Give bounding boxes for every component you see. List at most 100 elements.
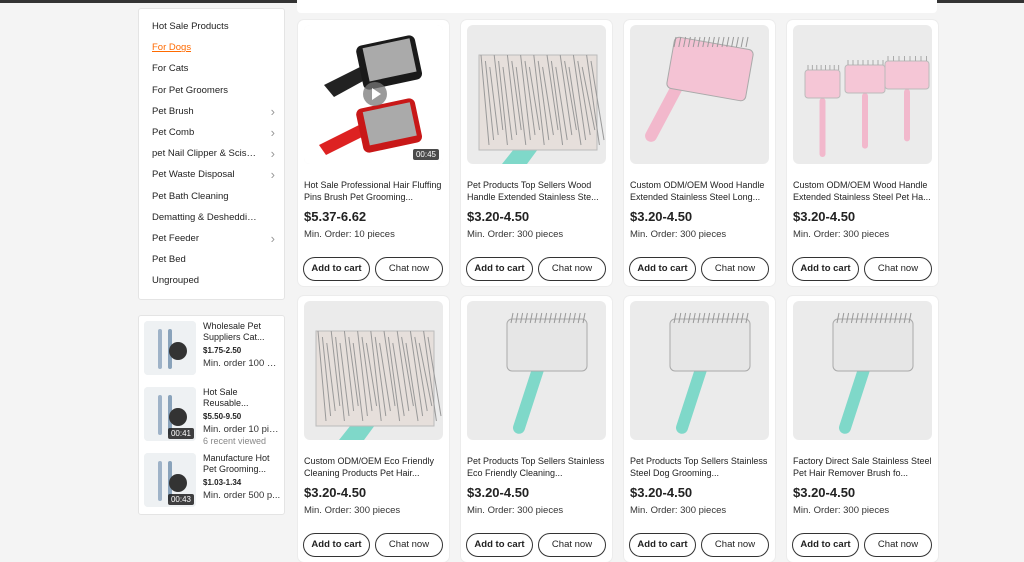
product-card[interactable]: Custom ODM/OEM Wood Handle Extended Stai… [787,20,938,286]
min-order: Min. Order: 300 pieces [630,229,727,240]
slicker-brush-pink-icon[interactable] [630,25,769,164]
add-to-cart-button[interactable]: Add to cart [792,533,859,557]
chat-now-button[interactable]: Chat now [375,533,443,557]
min-order: Min. Order: 300 pieces [467,505,564,516]
product-card[interactable]: 00:45 Hot Sale Professional Hair Fluffing… [298,20,449,286]
recommended-price: $1.03-1.34 [203,478,242,487]
chevron-right-icon: › [270,125,275,140]
recommended-price: $1.75-2.50 [203,346,242,355]
recommended-image: 00:41 [144,387,196,441]
product-price: $3.20-4.50 [467,209,530,224]
recommended-title: Manufacture Hot Pet Grooming... [203,453,270,474]
product-title[interactable]: Hot Sale Professional Hair Fluffing Pins… [304,179,444,203]
category-label: For Dogs [152,42,192,54]
category-label: For Cats [152,63,189,75]
product-price: $3.20-4.50 [793,485,856,500]
add-to-cart-button[interactable]: Add to cart [629,257,696,281]
play-icon[interactable] [363,82,387,106]
slicker-brush-pink-set-icon[interactable] [793,25,932,164]
chat-now-button[interactable]: Chat now [864,257,932,281]
category-item[interactable]: For Dogs [152,38,284,58]
chat-now-button[interactable]: Chat now [701,533,769,557]
recommended-min-order: Min. order 10 pie... [203,424,281,435]
product-title[interactable]: Factory Direct Sale Stainless Steel Pet … [793,455,933,479]
recommended-item[interactable]: Wholesale Pet Suppliers Cat... $1.75-2.50… [144,321,284,381]
category-label: Hot Sale Products [152,21,229,32]
chevron-right-icon: › [270,231,275,246]
category-item[interactable]: Pet Feeder › [152,229,284,249]
min-order: Min. Order: 300 pieces [630,505,727,516]
chevron-right-icon: › [270,167,275,183]
chat-now-button[interactable]: Chat now [538,257,606,281]
chat-now-button[interactable]: Chat now [701,257,769,281]
add-to-cart-button[interactable]: Add to cart [629,533,696,557]
slicker-brush-teal-closeup-icon[interactable] [304,301,443,440]
slicker-brush-teal-closeup-icon[interactable] [467,25,606,164]
add-to-cart-button[interactable]: Add to cart [792,257,859,281]
product-title[interactable]: Custom ODM/OEM Wood Handle Extended Stai… [630,179,770,203]
product-card[interactable]: Pet Products Top Sellers Stainless Steel… [624,296,775,562]
chevron-right-icon: › [270,146,275,162]
category-label: Ungrouped [152,275,200,287]
video-duration-badge: 00:45 [412,149,439,160]
category-label: Pet Bath Cleaning [152,190,229,202]
category-item[interactable]: Pet Waste Disposal › [152,165,284,185]
category-label: Pet Feeder [152,233,199,244]
product-title[interactable]: Pet Products Top Sellers Stainless Steel… [630,455,770,479]
recommended-image [144,321,196,375]
product-card[interactable]: Pet Products Top Sellers Stainless Eco F… [461,296,612,562]
recommended-title: Wholesale Pet Suppliers Cat... [203,321,265,342]
product-card[interactable]: Pet Products Top Sellers Wood Handle Ext… [461,20,612,286]
category-item[interactable]: Pet Comb › [152,123,284,143]
category-label: Dematting & Deshedding [152,211,257,223]
category-item[interactable]: Pet Bed [152,250,284,270]
product-title[interactable]: Custom ODM/OEM Eco Friendly Cleaning Pro… [304,455,444,479]
product-price: $3.20-4.50 [630,209,693,224]
product-price: $5.37-6.62 [304,209,367,224]
slicker-brush-black-red-icon[interactable]: 00:45 [304,25,443,164]
category-item[interactable]: Pet Brush › [152,102,284,122]
grid-top-strip [297,0,937,13]
video-duration-badge: 00:41 [167,428,194,439]
chat-now-button[interactable]: Chat now [864,533,932,557]
chat-now-button[interactable]: Chat now [538,533,606,557]
category-label: pet Nail Clipper & Scissors [152,148,257,160]
add-to-cart-button[interactable]: Add to cart [466,257,533,281]
recommended-item[interactable]: 00:41 Hot Sale Reusable... $5.50-9.50 Min. … [144,387,284,447]
category-item[interactable]: Dematting & Deshedding [152,208,284,228]
add-to-cart-button[interactable]: Add to cart [466,533,533,557]
min-order: Min. Order: 300 pieces [793,229,890,240]
recommended-panel: Wholesale Pet Suppliers Cat... $1.75-2.50… [138,315,285,515]
product-title[interactable]: Pet Products Top Sellers Wood Handle Ext… [467,179,607,203]
category-label: Pet Bed [152,254,186,266]
recommended-min-order: Min. order 100 pi... [203,358,281,369]
product-card[interactable]: Factory Direct Sale Stainless Steel Pet … [787,296,938,562]
category-item[interactable]: Pet Bath Cleaning [152,187,284,207]
chat-now-button[interactable]: Chat now [375,257,443,281]
category-item[interactable]: For Cats [152,59,284,79]
category-item[interactable]: For Pet Groomers [152,81,284,101]
category-item[interactable]: pet Nail Clipper & Scissors › [152,144,284,164]
product-price: $3.20-4.50 [467,485,530,500]
slicker-brush-teal-angled-icon[interactable] [467,301,606,440]
product-title[interactable]: Custom ODM/OEM Wood Handle Extended Stai… [793,179,933,203]
category-label: Pet Waste Disposal [152,169,235,181]
product-title[interactable]: Pet Products Top Sellers Stainless Eco F… [467,455,607,479]
recommended-price: $5.50-9.50 [203,412,242,421]
slicker-brush-teal-icon[interactable] [793,301,932,440]
slicker-brush-teal-back-icon[interactable] [630,301,769,440]
product-card[interactable]: Custom ODM/OEM Wood Handle Extended Stai… [624,20,775,286]
product-card[interactable]: Custom ODM/OEM Eco Friendly Cleaning Pro… [298,296,449,562]
recommended-item[interactable]: 00:43 Manufacture Hot Pet Grooming... $1.0… [144,453,284,513]
add-to-cart-button[interactable]: Add to cart [303,257,370,281]
category-sidebar: Hot Sale Products For Dogs For Cats For Pet… [138,8,285,300]
category-label: For Pet Groomers [152,84,229,96]
recommended-min-order: Min. order 500 p... [203,490,281,501]
category-item[interactable]: Hot Sale Products [152,17,284,37]
category-item[interactable]: Ungrouped [152,271,284,291]
add-to-cart-button[interactable]: Add to cart [303,533,370,557]
recent-viewed-label: 6 recent viewed [203,436,267,446]
video-duration-badge: 00:43 [167,494,194,505]
category-label: Pet Comb [152,127,195,138]
product-price: $3.20-4.50 [304,485,367,500]
